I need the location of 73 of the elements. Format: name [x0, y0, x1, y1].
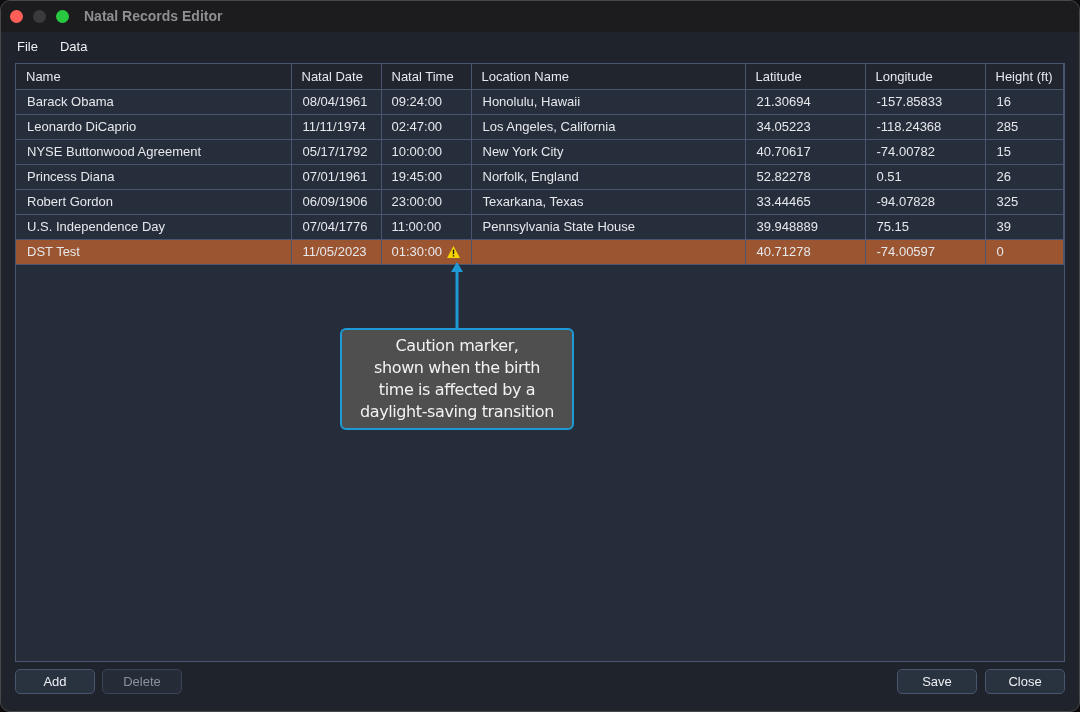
table-cell: Honolulu, Hawaii — [471, 89, 745, 114]
menu-item[interactable]: Data — [59, 36, 88, 57]
cell-text: 02:47:00 — [391, 117, 443, 136]
table-cell: Los Angeles, California — [471, 114, 745, 139]
table-cell: -157.85833 — [865, 89, 985, 114]
cell-text: 09:24:00 — [391, 92, 443, 111]
table-cell: 08/04/1961 — [291, 89, 381, 114]
table-row[interactable]: Leonardo DiCaprio 11/11/1974 02:47:00 Los Angeles, California 34.05223 -118.24368 285 — [16, 114, 1063, 139]
table-cell: 34.05223 — [745, 114, 865, 139]
cell-text: 23:00:00 — [391, 192, 443, 211]
table-cell: 0 — [985, 239, 1063, 264]
table-cell: 16 — [985, 89, 1063, 114]
cell-text: 19:45:00 — [391, 167, 443, 186]
table-cell: 40.71278 — [745, 239, 865, 264]
cell-text: 01:30:00 — [391, 242, 443, 261]
table-cell: -74.00597 — [865, 239, 985, 264]
table-cell: 07/04/1776 — [291, 214, 381, 239]
table-cell: Princess Diana — [16, 164, 291, 189]
table-cell: Texarkana, Texas — [471, 189, 745, 214]
table-cell: 33.44465 — [745, 189, 865, 214]
table-cell: -74.00782 — [865, 139, 985, 164]
menu-item[interactable]: File — [17, 36, 38, 57]
column-header[interactable]: Name — [16, 64, 291, 89]
warning-icon — [447, 245, 461, 258]
action-button[interactable]: Close — [985, 669, 1065, 694]
table-cell: U.S. Independence Day — [16, 214, 291, 239]
table-cell: Barack Obama — [16, 89, 291, 114]
column-header[interactable]: Longitude — [865, 64, 985, 89]
table-row[interactable]: DST Test 11/05/2023 01:30:00 40.71278 -74.00597 0 — [16, 239, 1063, 264]
table-cell: 0.51 — [865, 164, 985, 189]
table-cell: 11/11/1974 — [291, 114, 381, 139]
table-cell: 40.70617 — [745, 139, 865, 164]
table-cell: 325 — [985, 189, 1063, 214]
cell-text: 10:00:00 — [391, 142, 443, 161]
cell-text: 11:00:00 — [391, 217, 442, 236]
table-row[interactable]: Robert Gordon 06/09/1906 23:00:00 Texarkana, Texas 33.44465 -94.07828 325 — [16, 189, 1063, 214]
table-cell: 39 — [985, 214, 1063, 239]
callout-arrow — [451, 262, 463, 328]
table-cell: Pennsylvania State House — [471, 214, 745, 239]
table-row[interactable]: U.S. Independence Day 07/04/1776 11:00:00 Pennsylvania State House 39.948889 75.15 39 — [16, 214, 1063, 239]
table-cell: Norfolk, England — [471, 164, 745, 189]
action-button[interactable]: Add — [15, 669, 95, 694]
action-button[interactable]: Save — [897, 669, 977, 694]
table-cell: 11/05/2023 — [291, 239, 381, 264]
table-cell: 285 — [985, 114, 1063, 139]
table-cell: 05/17/1792 — [291, 139, 381, 164]
table-cell: 15 — [985, 139, 1063, 164]
table-cell: 52.82278 — [745, 164, 865, 189]
table-cell: 75.15 — [865, 214, 985, 239]
table-cell: -118.24368 — [865, 114, 985, 139]
close-window-icon[interactable] — [10, 10, 23, 23]
table-cell: 39.948889 — [745, 214, 865, 239]
window-title: Natal Records Editor — [84, 7, 223, 26]
table-cell: 21.30694 — [745, 89, 865, 114]
table-cell: -94.07828 — [865, 189, 985, 214]
column-header[interactable]: Height (ft) — [985, 64, 1063, 89]
zoom-window-icon[interactable] — [56, 10, 69, 23]
column-header[interactable]: Latitude — [745, 64, 865, 89]
table-cell: DST Test — [16, 239, 291, 264]
column-header[interactable]: Natal Date — [291, 64, 381, 89]
table-row[interactable]: NYSE Buttonwood Agreement 05/17/1792 10:00:00 New York City 40.70617 -74.00782 15 — [16, 139, 1063, 164]
table-row[interactable]: Princess Diana 07/01/1961 19:45:00 Norfolk, England 52.82278 0.51 26 — [16, 164, 1063, 189]
table-cell: 07/01/1961 — [291, 164, 381, 189]
table-cell: NYSE Buttonwood Agreement — [16, 139, 291, 164]
table-cell: 26 — [985, 164, 1063, 189]
table-cell: Robert Gordon — [16, 189, 291, 214]
annotation-callout: Caution marker, shown when the birth time is affected by a daylight-saving transition — [340, 328, 574, 430]
table-cell: Leonardo DiCaprio — [16, 114, 291, 139]
table-row[interactable]: Barack Obama 08/04/1961 09:24:00 Honolulu, Hawaii 21.30694 -157.85833 16 — [16, 89, 1063, 114]
column-header[interactable]: Location Name — [471, 64, 745, 89]
column-header[interactable]: Natal Time — [381, 64, 471, 89]
table-cell: New York City — [471, 139, 745, 164]
table-cell: 06/09/1906 — [291, 189, 381, 214]
